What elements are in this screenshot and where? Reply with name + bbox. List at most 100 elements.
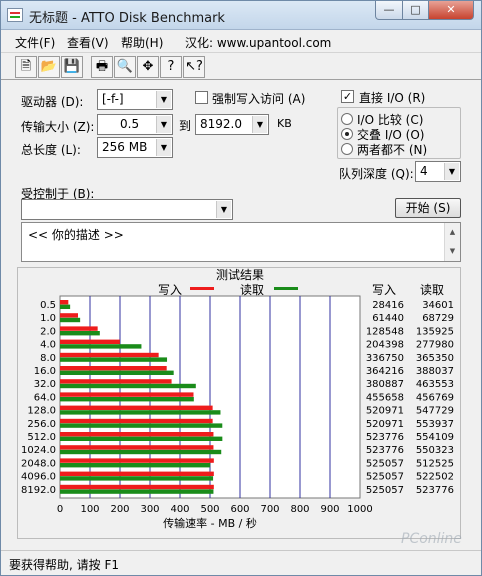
- transfer-to-value: 8192.0: [200, 117, 242, 131]
- new-doc-icon[interactable]: 🗎: [15, 56, 37, 78]
- read-legend-label: 读取: [240, 283, 264, 297]
- transfer-from-value: 0.5: [120, 117, 140, 131]
- results-chart: 测试结果写入 读取 写入 读取 0 100 200 300 400 500 600 700 800 900…: [21, 267, 454, 530]
- read-bar: [60, 383, 196, 389]
- read-value: 34601: [422, 300, 454, 311]
- read-bar: [60, 304, 71, 309]
- drive-select[interactable]: [-f-] ▼: [97, 89, 173, 110]
- read-value: 512525: [416, 458, 454, 469]
- open-folder-icon[interactable]: 📂: [38, 56, 60, 78]
- total-length-label: 总长度 (L):: [21, 143, 81, 157]
- x-tick-label: 600: [230, 504, 249, 515]
- description-input[interactable]: << 你的描述 >> ▲ ▼: [21, 222, 461, 262]
- atto-window: 无标题 - ATTO Disk Benchmark — □ ✕ 文件(F) 查看…: [0, 0, 482, 576]
- title-bar: 无标题 - ATTO Disk Benchmark — □ ✕: [1, 1, 481, 30]
- description-scrollbar[interactable]: ▲ ▼: [444, 223, 460, 261]
- write-legend-line: [190, 287, 214, 290]
- menu-help[interactable]: 帮助(H): [121, 34, 163, 51]
- transfer-to-select[interactable]: 8192.0 ▼: [195, 114, 269, 135]
- transfer-from-select[interactable]: 0.5 ▼: [97, 114, 173, 135]
- chevron-down-icon: ▼: [444, 163, 459, 180]
- controlled-by-select[interactable]: ▼: [21, 199, 233, 220]
- minimize-button[interactable]: —: [375, 1, 403, 20]
- app-icon: [7, 8, 23, 22]
- toolbar: 🗎 📂 💾 🖶 🔍 ✥ ? ↖?: [1, 52, 481, 80]
- write-bar: [60, 418, 213, 424]
- read-legend-line: [274, 287, 298, 290]
- results-panel: 测试结果 写入 读取 写入 读取 0 100 200 300 400 500 600 700 800 900…: [17, 267, 461, 539]
- read-value: 456769: [416, 392, 454, 403]
- write-bar: [60, 339, 120, 344]
- write-bar: [60, 379, 172, 384]
- write-value: 525057: [366, 485, 404, 496]
- scroll-up-icon[interactable]: ▲: [445, 223, 460, 242]
- x-tick-label: 200: [110, 504, 129, 515]
- menu-bar: 文件(F) 查看(V) 帮助(H) 汉化: www.upantool.com: [1, 31, 481, 51]
- write-value: 520971: [366, 419, 404, 430]
- move-cross-icon[interactable]: ✥: [137, 56, 159, 78]
- y-tick-label: 2048.0: [21, 458, 56, 469]
- write-value: 523776: [366, 432, 404, 443]
- write-value: 455658: [366, 392, 404, 403]
- io-neither-radio[interactable]: [341, 143, 353, 155]
- force-write-checkbox[interactable]: [195, 91, 208, 104]
- description-text: << 你的描述 >>: [28, 228, 124, 242]
- read-bar: [60, 423, 223, 428]
- write-value: 364216: [366, 366, 404, 377]
- x-tick-label: 700: [260, 504, 279, 515]
- write-value: 204398: [366, 340, 404, 351]
- y-tick-label: 8192.0: [21, 485, 56, 496]
- scroll-down-icon[interactable]: ▼: [445, 242, 460, 261]
- read-bar: [60, 317, 81, 323]
- read-bar: [60, 344, 142, 349]
- y-tick-label: 256.0: [27, 419, 56, 430]
- read-value: 523776: [416, 485, 454, 496]
- maximize-button[interactable]: □: [402, 1, 429, 20]
- x-tick-label: 800: [290, 504, 309, 515]
- y-tick-label: 1.0: [40, 313, 56, 324]
- write-column-header: 写入: [372, 283, 396, 297]
- io-compare-radio[interactable]: [341, 113, 353, 125]
- read-bar: [60, 449, 222, 455]
- watermark-logo: PConline: [401, 531, 462, 547]
- menu-view[interactable]: 查看(V): [67, 34, 109, 51]
- read-value: 365350: [416, 353, 454, 364]
- write-bar: [60, 326, 98, 331]
- start-button[interactable]: 开始 (S): [395, 198, 461, 218]
- io-overlap-radio[interactable]: [341, 128, 353, 140]
- y-tick-label: 4.0: [40, 340, 56, 351]
- context-help-icon[interactable]: ↖?: [183, 56, 205, 78]
- unit-label: KB: [277, 117, 292, 130]
- menu-file[interactable]: 文件(F): [15, 34, 55, 51]
- x-tick-label: 400: [170, 504, 189, 515]
- direct-io-checkbox[interactable]: ✓: [341, 90, 354, 103]
- status-text: 要获得帮助, 请按 F1: [9, 558, 119, 572]
- io-neither-label: 两者都不 (N): [357, 143, 428, 157]
- queue-depth-value: 4: [420, 164, 428, 178]
- read-value: 547729: [416, 406, 454, 417]
- close-button[interactable]: ✕: [428, 1, 474, 20]
- write-value: 28416: [372, 300, 404, 311]
- read-bar: [60, 410, 221, 415]
- read-value: 554109: [416, 432, 454, 443]
- results-title: 测试结果: [216, 268, 264, 282]
- write-bar: [60, 392, 194, 397]
- write-bar: [60, 445, 214, 450]
- write-bar: [60, 366, 167, 371]
- read-bar: [60, 331, 100, 336]
- save-disk-icon[interactable]: 💾: [61, 56, 83, 78]
- help-question-icon[interactable]: ?: [160, 56, 182, 78]
- read-value: 550323: [416, 445, 454, 456]
- write-bar: [60, 458, 214, 463]
- write-bar: [60, 313, 78, 318]
- menu-site[interactable]: 汉化: www.upantool.com: [185, 34, 331, 51]
- write-value: 525057: [366, 472, 404, 483]
- write-bar: [60, 300, 69, 305]
- queue-depth-select[interactable]: 4 ▼: [415, 161, 461, 182]
- read-bar: [60, 489, 214, 494]
- y-tick-label: 0.5: [40, 300, 56, 311]
- total-length-select[interactable]: 256 MB ▼: [97, 137, 173, 158]
- print-icon[interactable]: 🖶: [91, 56, 113, 78]
- write-value: 520971: [366, 406, 404, 417]
- print-preview-icon[interactable]: 🔍: [114, 56, 136, 78]
